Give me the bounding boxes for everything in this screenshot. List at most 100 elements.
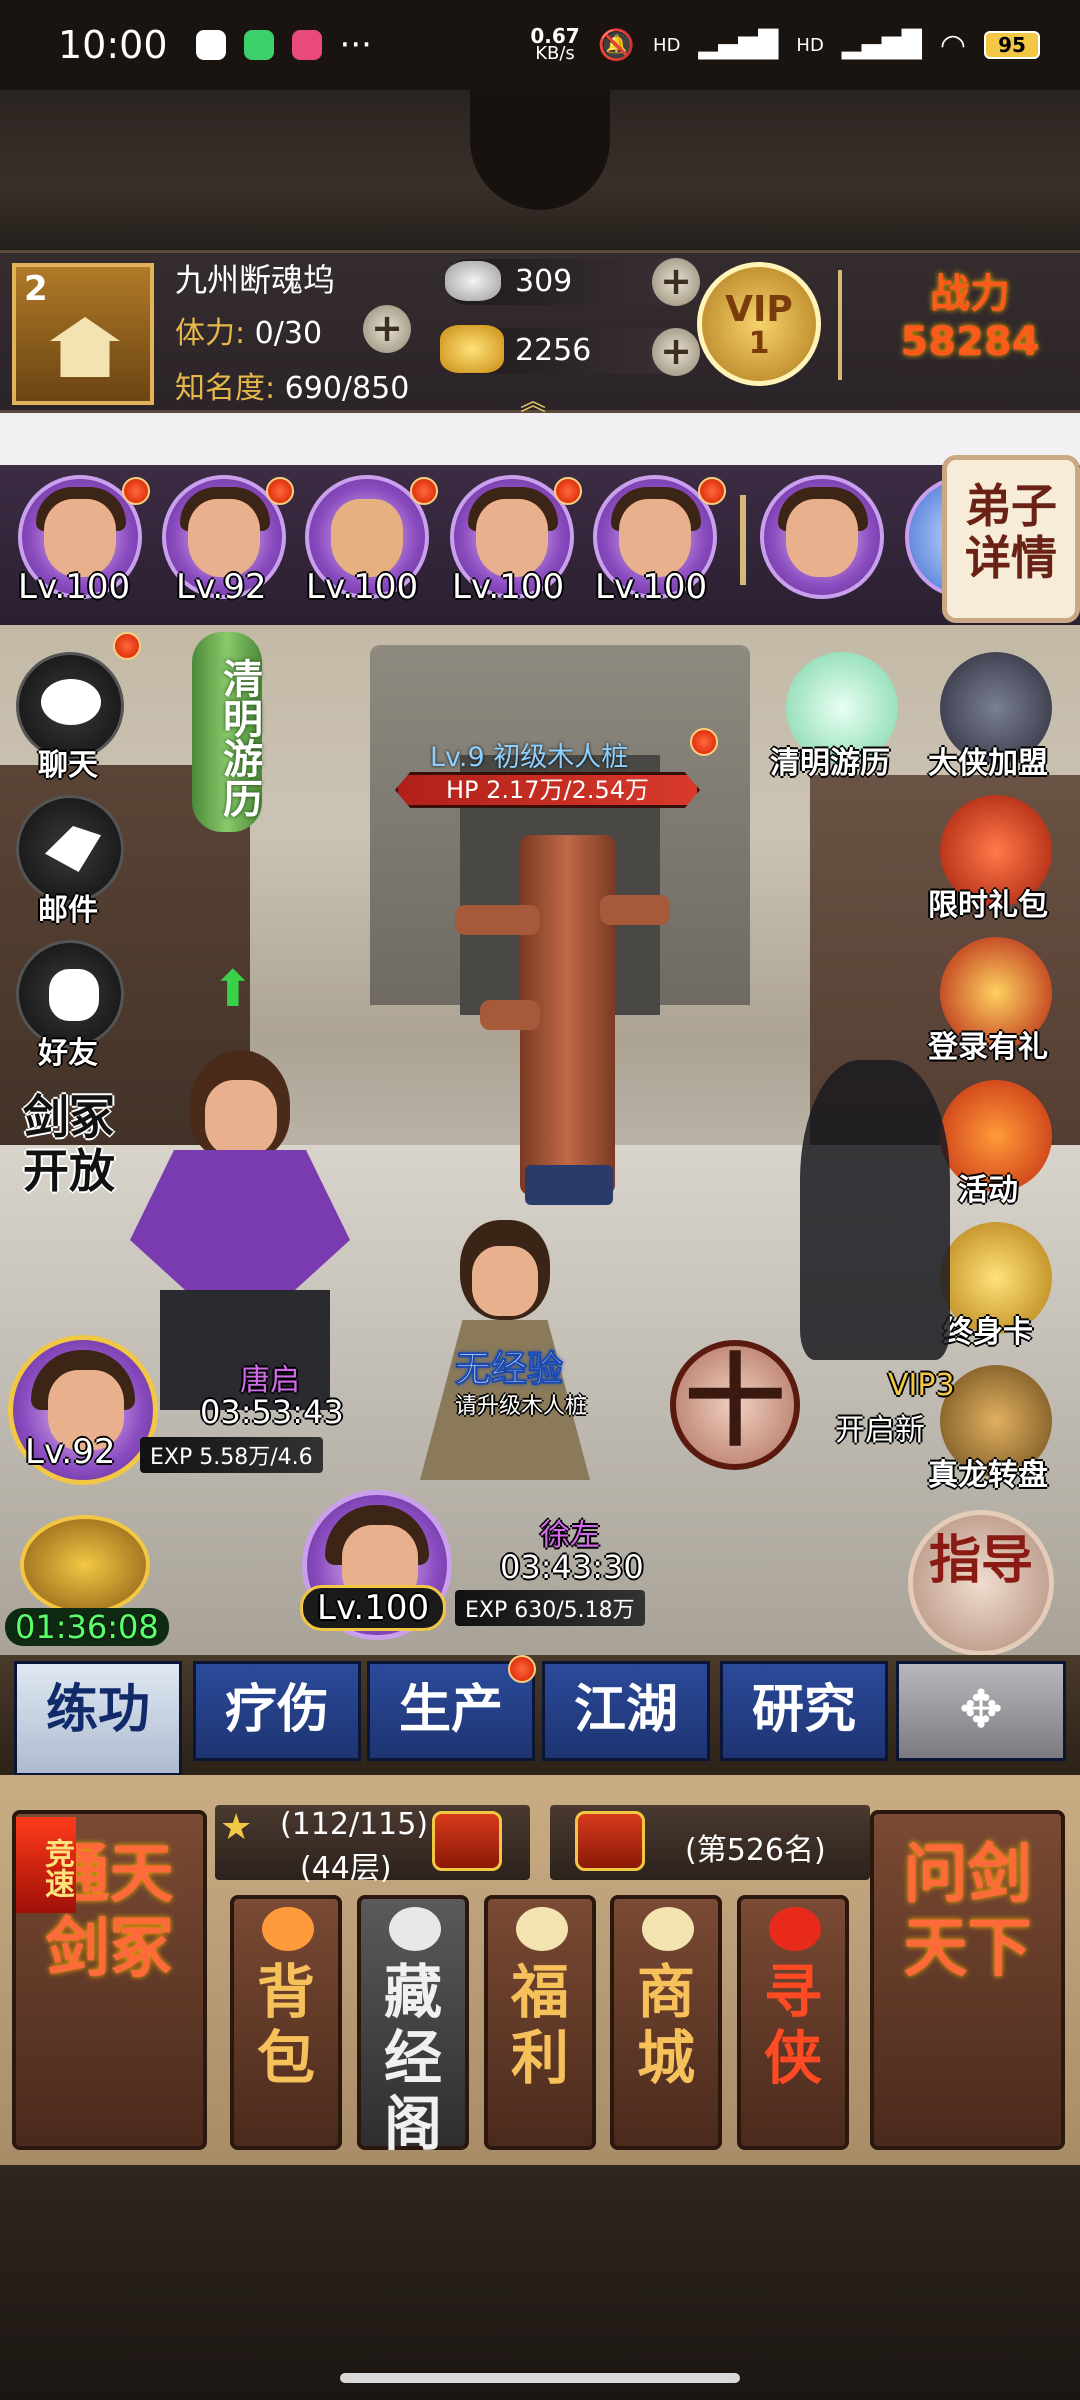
- stamina-value: 0/30: [254, 316, 323, 351]
- hero-join-label: 大侠加盟: [928, 746, 1048, 781]
- battery-icon: 95: [984, 31, 1040, 59]
- tab-train[interactable]: 练功: [14, 1661, 182, 1776]
- coin-icon: [516, 1907, 568, 1951]
- produce-red-dot: [508, 1655, 536, 1683]
- fame-value: 690/850: [284, 371, 410, 406]
- disciple-level: Lv.100: [452, 567, 565, 607]
- seek-hero-label: 寻侠: [763, 1958, 822, 2092]
- disciple-divider: [740, 495, 746, 585]
- mail-label: 邮件: [38, 893, 98, 928]
- dummy-arm: [600, 895, 670, 925]
- guide-button[interactable]: 指导: [908, 1510, 1054, 1656]
- silver-plus-button[interactable]: +: [652, 258, 700, 306]
- tab-heal[interactable]: 疗伤: [193, 1661, 361, 1761]
- tower-floor: (44层): [300, 1851, 392, 1886]
- tower-progress-count: (112/115): [280, 1807, 429, 1842]
- shop-timer: 01:36:08: [5, 1608, 169, 1646]
- tiktok-icon: [291, 30, 322, 60]
- qingming-travel-label: 清明游历: [770, 746, 890, 781]
- upgrade-dummy-hint: 请升级木人桩: [455, 1394, 588, 1419]
- pavilion-icon: [389, 1907, 441, 1951]
- rank-badge[interactable]: 2: [12, 263, 154, 405]
- disciple-detail-button[interactable]: 弟子详情: [942, 455, 1080, 623]
- shop-building-icon[interactable]: [20, 1515, 150, 1615]
- chat-red-dot: [113, 632, 141, 660]
- seek-hero-button[interactable]: 寻侠: [737, 1895, 849, 2150]
- dove-icon: [45, 826, 101, 872]
- sword-ask-world-button[interactable]: 问剑天下: [870, 1810, 1065, 2150]
- scripture-pavilion-button[interactable]: 藏经阁: [357, 1895, 469, 2157]
- power-value: 58284: [900, 319, 1040, 365]
- target-red-dot: [690, 728, 718, 756]
- combat-power[interactable]: 战力 58284: [880, 270, 1060, 366]
- pavilion-icon: [50, 317, 120, 377]
- chat-bubble-icon: [41, 679, 101, 725]
- scripture-pavilion-label: 藏经阁: [383, 1958, 442, 2158]
- home-indicator[interactable]: [340, 2373, 740, 2383]
- tab-research[interactable]: 研究: [720, 1661, 888, 1761]
- disciple-level: Lv.100: [306, 567, 419, 607]
- gold-plus-button[interactable]: +: [652, 328, 700, 376]
- character2-level: Lv.100: [300, 1585, 447, 1631]
- fame-label: 知名度:: [175, 371, 276, 406]
- dragon-wheel-label: 真龙转盘: [928, 1458, 1048, 1493]
- tab-more[interactable]: ✥: [896, 1661, 1066, 1761]
- disciple-level: Lv.100: [18, 567, 131, 607]
- divider: [838, 270, 842, 380]
- red-dot: [266, 477, 294, 505]
- character1-timer: 03:53:43: [200, 1393, 344, 1431]
- gift-box-icon[interactable]: [432, 1811, 502, 1871]
- ornament: [470, 90, 610, 210]
- ranking-text: (第526名): [685, 1833, 826, 1868]
- chat-label: 聊天: [38, 748, 98, 783]
- welfare-button[interactable]: 福利: [484, 1895, 596, 2150]
- separator-strip: [0, 413, 1080, 465]
- signal-icon-2: ▂▄▆█: [841, 30, 922, 60]
- vip3-label: VIP3: [888, 1368, 955, 1403]
- target-name: Lv.9 初级木人桩: [430, 742, 629, 773]
- character1-exp: EXP 5.58万/4.6: [140, 1437, 323, 1473]
- backpack-button[interactable]: 背包: [230, 1895, 342, 2150]
- gold-amount: 2256: [515, 333, 592, 368]
- diamond-knot-icon: ✥: [959, 1680, 1003, 1740]
- player-name: 九州断魂坞: [175, 261, 336, 299]
- red-seal-icon: [769, 1907, 821, 1951]
- top-banner: [0, 90, 1080, 250]
- vip-badge[interactable]: VIP 1: [697, 262, 821, 386]
- mall-label: 商城: [636, 1958, 695, 2092]
- shadow-silhouette: [800, 1060, 950, 1360]
- silver-ingot-icon: [445, 261, 501, 301]
- stamina-plus-button[interactable]: +: [363, 305, 411, 353]
- disciple-bar: Lv.100 Lv.92 Lv.100 Lv.100 Lv.100: [0, 465, 1080, 625]
- tab-jianghu[interactable]: 江湖: [542, 1661, 710, 1761]
- up-arrow-icon: ⬆: [212, 960, 254, 1018]
- login-reward-label: 登录有礼: [928, 1030, 1048, 1065]
- add-character-button[interactable]: 十: [670, 1340, 800, 1470]
- more-icon: ···: [339, 25, 372, 65]
- qq-icon: [195, 30, 226, 60]
- disciple-avatar-6[interactable]: [760, 475, 884, 599]
- status-bar: 10:00 ··· 0.67 KB/s 🔕 HD ▂▄▆█ HD ▂▄▆█ ◠ …: [0, 0, 1080, 90]
- limited-gift-label: 限时礼包: [928, 888, 1048, 923]
- mall-button[interactable]: 商城: [610, 1895, 722, 2150]
- dummy-arm: [455, 905, 540, 935]
- clock: 10:00: [58, 23, 168, 67]
- stamina-label: 体力:: [175, 316, 246, 351]
- gift-box-icon-2[interactable]: [575, 1811, 645, 1871]
- main-tab-bar: 练功 疗伤 生产 江湖 研究 ✥: [0, 1655, 1080, 1776]
- character2-exp: EXP 630/5.18万: [455, 1590, 645, 1626]
- bottom-decor: [0, 2165, 1080, 2400]
- rank-number: 2: [24, 269, 48, 309]
- lifetime-card-label: 终身卡: [943, 1315, 1033, 1350]
- welfare-label: 福利: [510, 1958, 569, 2092]
- net-unit: KB/s: [535, 43, 575, 64]
- gold-ingot-icon: [440, 325, 504, 373]
- event-label: 活动: [958, 1173, 1018, 1208]
- red-dot: [410, 477, 438, 505]
- character1-level: Lv.92: [25, 1432, 116, 1472]
- bottom-panel: 通天剑冢 竞速 ★ (112/115) (44层) (第526名) 问剑天下 背…: [0, 1775, 1080, 2165]
- peach-icon: [262, 1907, 314, 1951]
- race-badge: 竞速: [16, 1817, 76, 1913]
- silver-amount: 309: [515, 264, 573, 299]
- qingming-banner[interactable]: 清明游历: [192, 632, 262, 832]
